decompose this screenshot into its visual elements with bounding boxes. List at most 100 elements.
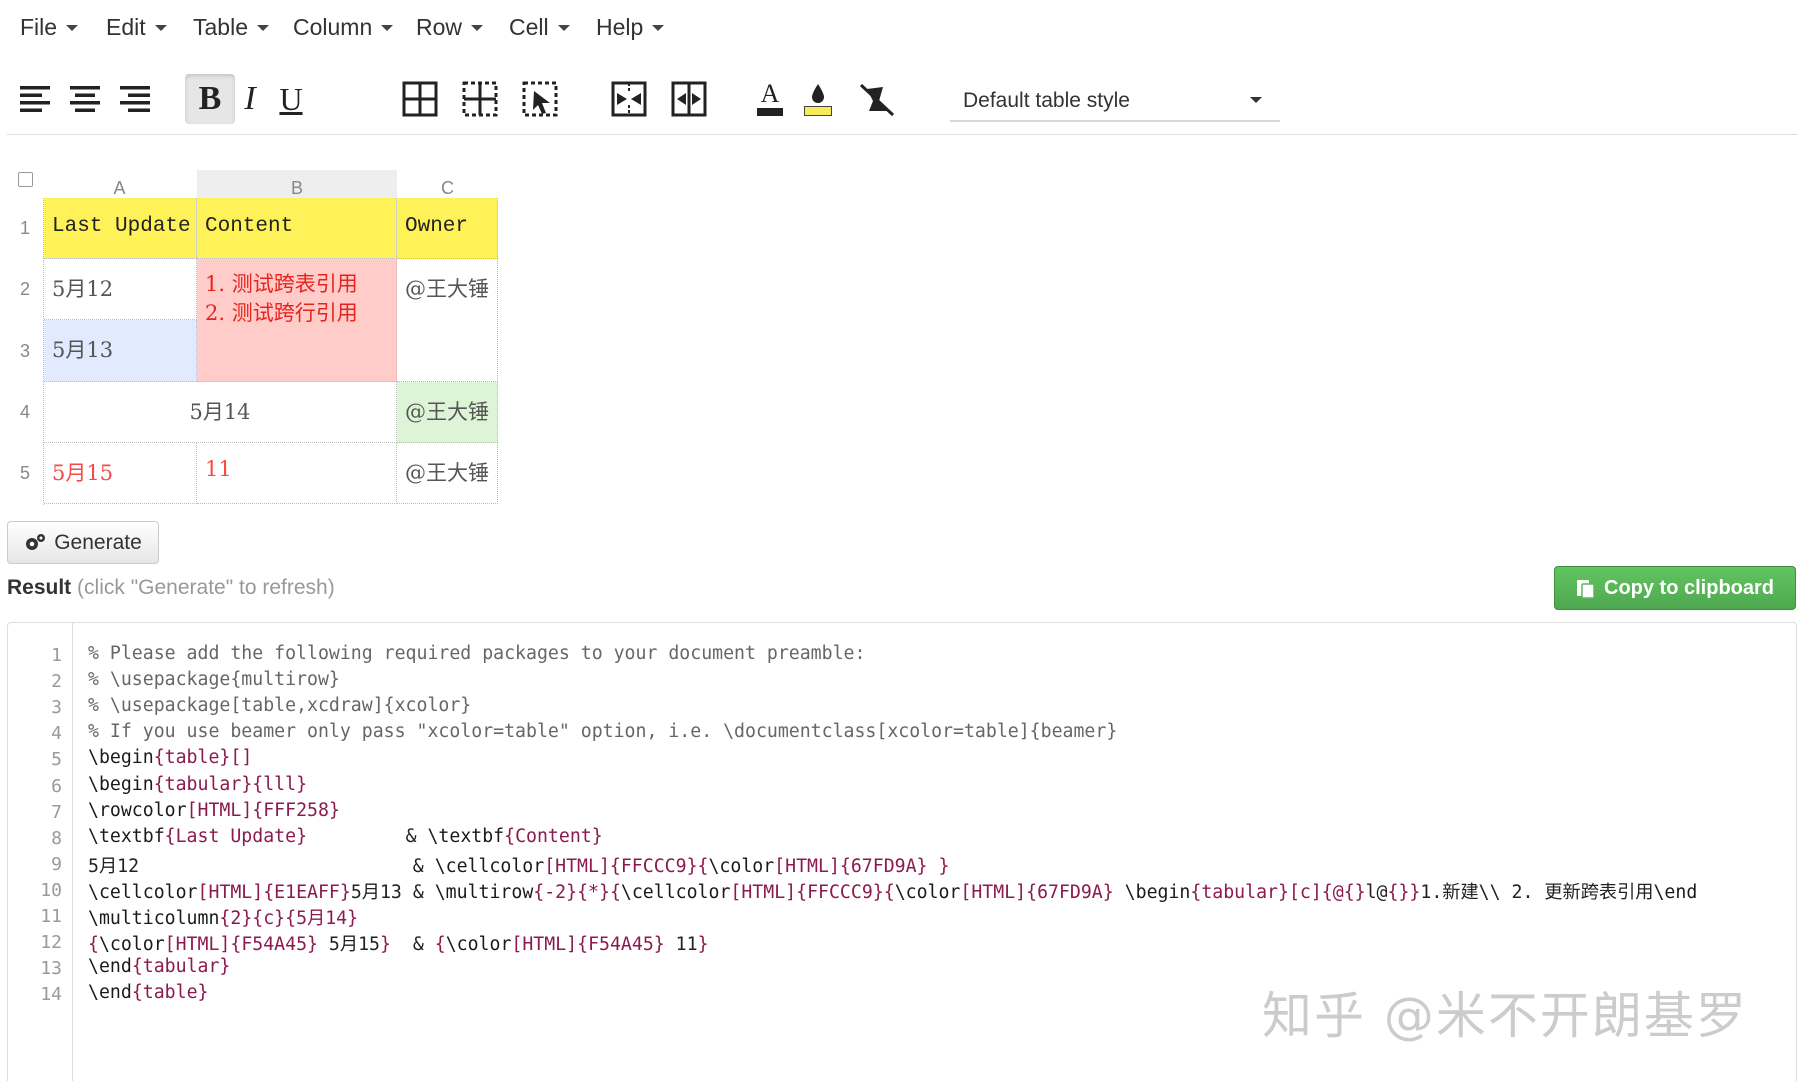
borders-remove-button[interactable] bbox=[515, 74, 565, 124]
result-hint: (click "Generate" to refresh) bbox=[77, 576, 335, 599]
grid-dashed-icon bbox=[462, 81, 498, 117]
code-line: \end{tabular} bbox=[88, 956, 231, 978]
chevron-down-icon bbox=[256, 25, 269, 31]
cell-a2[interactable]: 5月12 bbox=[44, 259, 197, 320]
cell-c5[interactable]: @王大锤 bbox=[397, 443, 498, 504]
align-left-button[interactable] bbox=[11, 74, 61, 124]
line-number: 8 bbox=[51, 827, 62, 849]
line-number: 13 bbox=[40, 958, 62, 980]
result-label: Result (click "Generate" to refresh) bbox=[7, 576, 335, 600]
code-line: {\color[HTML]{F54A45} 5月15} & {\color[HT… bbox=[88, 934, 709, 956]
row-header-4[interactable]: 4 bbox=[10, 382, 40, 443]
align-center-icon bbox=[70, 86, 100, 112]
table-style-select[interactable]: Default table style bbox=[950, 80, 1280, 122]
line-number: 6 bbox=[51, 775, 62, 797]
line-number: 2 bbox=[51, 671, 62, 693]
merge-cells-button[interactable] bbox=[604, 74, 654, 124]
menu-edit[interactable]: Edit bbox=[106, 14, 167, 41]
line-number: 3 bbox=[51, 697, 62, 719]
chevron-down-icon bbox=[154, 25, 167, 31]
chevron-down-icon bbox=[1250, 97, 1262, 103]
generate-button[interactable]: Generate bbox=[7, 521, 159, 564]
code-line: \multicolumn{2}{c}{5月14} bbox=[88, 908, 359, 929]
code-line: % \usepackage{multirow} bbox=[88, 669, 340, 691]
row-header-2[interactable]: 2 bbox=[10, 259, 40, 320]
align-center-button[interactable] bbox=[61, 74, 111, 124]
copy-to-clipboard-button[interactable]: Copy to clipboard bbox=[1554, 566, 1796, 610]
chevron-down-icon bbox=[652, 25, 665, 31]
code-line: \cellcolor[HTML]{E1EAFF}5月13 & \multirow… bbox=[88, 881, 1698, 903]
align-left-icon bbox=[20, 86, 50, 112]
chevron-down-icon bbox=[557, 25, 570, 31]
line-number: 11 bbox=[40, 906, 62, 927]
align-right-button[interactable] bbox=[111, 74, 161, 124]
chevron-down-icon bbox=[381, 25, 394, 31]
cell-b2-merged[interactable]: 1. 测试跨表引用 2. 测试跨行引用 bbox=[197, 259, 397, 382]
merge-icon bbox=[611, 81, 647, 117]
clipboard-icon bbox=[1577, 580, 1595, 599]
menu-help[interactable]: Help bbox=[596, 14, 665, 41]
line-number: 7 bbox=[51, 801, 62, 823]
toolbar: B I U A Default table style bbox=[0, 66, 1800, 136]
code-area[interactable]: % Please add the following required pack… bbox=[88, 623, 1796, 1081]
code-line: \textbf{Last Update} & \textbf{Content} bbox=[88, 825, 603, 847]
underline-icon: U bbox=[279, 80, 303, 117]
row-header-1[interactable]: 1 bbox=[10, 198, 40, 259]
background-color-button[interactable] bbox=[793, 74, 843, 124]
line-number: 9 bbox=[51, 853, 62, 875]
line-number: 14 bbox=[40, 984, 62, 1006]
divider bbox=[7, 134, 1797, 135]
menu-column[interactable]: Column bbox=[293, 14, 394, 41]
code-line: \rowcolor[HTML]{FFF258} bbox=[88, 799, 340, 821]
grid-icon bbox=[402, 81, 438, 117]
clear-formatting-button[interactable] bbox=[852, 74, 902, 124]
ink-drop-icon bbox=[812, 84, 824, 103]
line-number: 10 bbox=[40, 879, 62, 901]
cell-a3[interactable]: 5月13 bbox=[44, 320, 197, 382]
split-icon bbox=[671, 81, 707, 117]
cell-c1[interactable]: Owner bbox=[397, 198, 498, 259]
eraser-icon bbox=[859, 83, 895, 117]
italic-icon: I bbox=[244, 80, 256, 117]
select-all-checkbox[interactable] bbox=[18, 172, 33, 187]
code-line: 5月12 & \cellcolor[HTML]{FFCCC9}{\color[H… bbox=[88, 855, 950, 877]
text-color-button[interactable]: A bbox=[745, 74, 795, 124]
gears-icon bbox=[26, 533, 46, 550]
line-number-gutter: 1 2 3 4 5 6 7 8 9 10 11 12 13 14 bbox=[8, 623, 73, 1081]
menu-cell[interactable]: Cell bbox=[509, 14, 570, 41]
cell-b5[interactable]: 11 bbox=[197, 443, 397, 504]
content-line-2: 2. 测试跨行引用 bbox=[205, 301, 358, 325]
align-right-icon bbox=[120, 86, 150, 112]
line-number: 12 bbox=[40, 932, 62, 954]
chevron-down-icon bbox=[471, 25, 484, 31]
text-color-icon: A bbox=[760, 79, 780, 108]
menu-row[interactable]: Row bbox=[416, 14, 484, 41]
split-cells-button[interactable] bbox=[664, 74, 714, 124]
cell-a4-merged[interactable]: 5月14 bbox=[44, 382, 397, 443]
code-line: % If you use beamer only pass "xcolor=ta… bbox=[88, 721, 1118, 743]
bold-icon: B bbox=[198, 80, 222, 117]
cell-c2[interactable]: @王大锤 bbox=[397, 259, 498, 382]
code-line: % \usepackage[table,xcdraw]{xcolor} bbox=[88, 695, 472, 717]
menu-file[interactable]: File bbox=[20, 14, 79, 41]
cursor-select-icon bbox=[522, 81, 558, 117]
result-title: Result bbox=[7, 576, 72, 599]
menu-bar: File Edit Table Column Row Cell Help bbox=[0, 0, 1800, 58]
content-line-1: 1. 测试跨表引用 bbox=[205, 272, 358, 296]
cell-a1[interactable]: Last Update bbox=[44, 198, 197, 259]
row-header-5[interactable]: 5 bbox=[10, 443, 40, 504]
cell-c4[interactable]: @王大锤 bbox=[397, 382, 498, 443]
row-header-3[interactable]: 3 bbox=[10, 320, 40, 382]
cell-b1[interactable]: Content bbox=[197, 198, 397, 259]
code-line: \end{table} bbox=[88, 982, 209, 1004]
borders-inner-button[interactable] bbox=[455, 74, 505, 124]
line-number: 1 bbox=[51, 645, 62, 666]
underline-button[interactable]: U bbox=[266, 74, 316, 124]
cell-a5[interactable]: 5月15 bbox=[44, 443, 197, 504]
menu-table[interactable]: Table bbox=[193, 14, 269, 41]
line-number: 5 bbox=[51, 749, 62, 771]
code-editor[interactable]: 1 2 3 4 5 6 7 8 9 10 11 12 13 14 % Please add the fol… bbox=[7, 622, 1797, 1081]
borders-all-button[interactable] bbox=[395, 74, 445, 124]
code-line: \begin{table}[] bbox=[88, 747, 253, 769]
code-line: % Please add the following required pack… bbox=[88, 643, 866, 664]
